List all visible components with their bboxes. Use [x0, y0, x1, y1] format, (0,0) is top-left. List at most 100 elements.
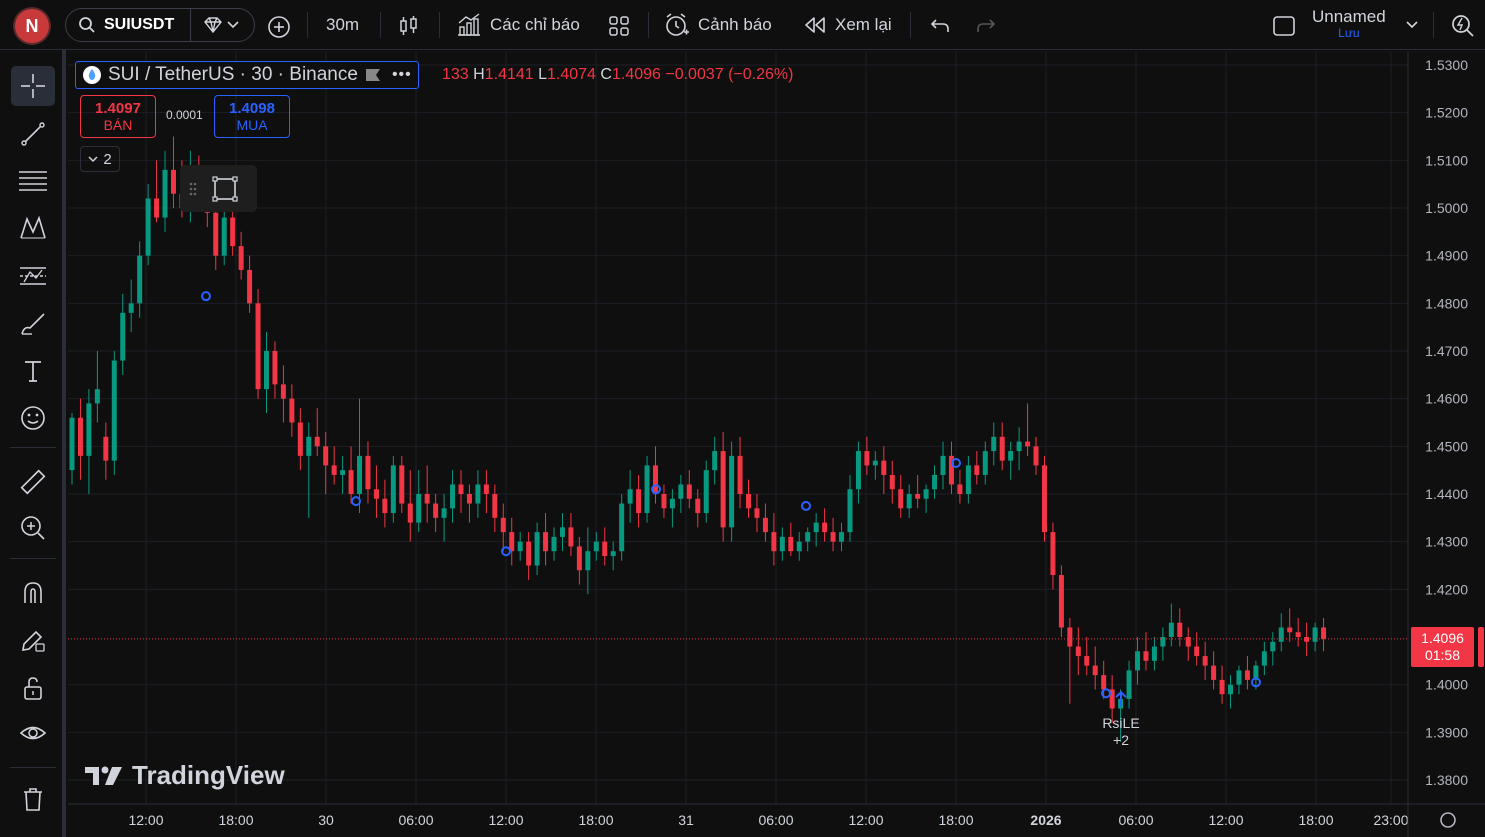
text-tool[interactable]: [11, 351, 55, 391]
eye-icon: [19, 726, 47, 740]
drag-handle-icon[interactable]: [188, 179, 198, 199]
add-symbol-button[interactable]: [265, 13, 293, 41]
candle-body: [416, 494, 422, 523]
remove-drawings-tool[interactable]: [11, 779, 55, 819]
candle-body: [678, 484, 684, 499]
zoom-tool[interactable]: [11, 508, 55, 548]
magnet-tool[interactable]: [11, 573, 55, 613]
measure-tool[interactable]: [11, 462, 55, 502]
templates-button[interactable]: [606, 13, 632, 39]
candle-body: [999, 436, 1005, 461]
settings-gear-icon[interactable]: [1440, 812, 1456, 828]
candle-body: [534, 532, 540, 566]
candle-body: [331, 465, 337, 475]
drawing-toolbar: [0, 50, 66, 837]
lock-tool[interactable]: [11, 668, 55, 708]
candle-body: [441, 508, 447, 518]
high-value: 1.4141: [484, 66, 534, 83]
candle-body: [247, 269, 253, 304]
draw-mode-tool[interactable]: [11, 620, 55, 660]
candle-body: [1101, 675, 1107, 690]
brush-tool[interactable]: [11, 304, 55, 344]
price-chart[interactable]: 1.5300 1.5200 1.5100 1.5000 1.4900 1.4800 1.47…: [68, 52, 1485, 837]
layout-menu-button[interactable]: [1404, 17, 1420, 33]
buy-button[interactable]: 1.4098 MUA: [214, 95, 290, 138]
candle-body: [357, 455, 363, 494]
candle-body: [1295, 632, 1301, 637]
quick-search-button[interactable]: [1449, 12, 1477, 40]
candle-body: [686, 484, 692, 499]
indicators-count: 2: [103, 150, 112, 168]
trend-line-tool[interactable]: [11, 114, 55, 154]
flag-icon[interactable]: [364, 67, 382, 83]
indicators-button[interactable]: Các chỉ báo: [456, 8, 580, 42]
price-tick-label: 1.5100: [1425, 152, 1468, 168]
candles-icon: [400, 16, 417, 35]
candle-body: [1058, 575, 1064, 628]
price-tick-label: 1.4600: [1425, 391, 1468, 407]
fib-tool[interactable]: [11, 161, 55, 201]
pencil-lock-icon: [22, 630, 45, 652]
price-tick-label: 1.4700: [1425, 343, 1468, 359]
strategy-signal-label[interactable]: RsiLE +2: [1100, 715, 1142, 749]
price-tick-label: 1.4000: [1425, 677, 1468, 693]
crosshair-tool[interactable]: [11, 66, 55, 106]
candle-body: [382, 498, 388, 514]
candle-body: [1228, 684, 1234, 695]
emoji-tool[interactable]: [11, 398, 55, 438]
candle-body: [365, 455, 371, 490]
forecast-tool[interactable]: [11, 256, 55, 296]
layout-button[interactable]: [1271, 13, 1297, 39]
tradingview-logo[interactable]: TradingView: [84, 760, 285, 791]
candle-body: [822, 522, 828, 533]
strategy-marker-icon: [201, 291, 211, 302]
candle-body: [128, 303, 134, 313]
legend-more-icon[interactable]: •••: [392, 66, 412, 84]
rewind-icon: [805, 17, 825, 33]
select-area-icon[interactable]: [210, 174, 240, 204]
layout-name-button[interactable]: Unnamed Lưu: [1312, 7, 1386, 43]
candle-body: [280, 384, 286, 399]
candle-body: [466, 494, 472, 504]
indicators-collapse-button[interactable]: 2: [80, 146, 120, 172]
symbol-legend[interactable]: SUI / TetherUS · 30 · Binance •••: [75, 61, 419, 89]
candle-body: [729, 455, 735, 528]
undo-icon: [930, 19, 949, 32]
compare-dropdown[interactable]: [191, 17, 239, 33]
trash-icon: [24, 788, 42, 811]
buy-arrow-icon: [1115, 690, 1127, 707]
interval-button[interactable]: 30m: [326, 8, 359, 42]
floating-toolbar[interactable]: [180, 165, 257, 212]
candle-body: [238, 246, 244, 270]
redo-button[interactable]: [973, 13, 999, 39]
pattern-tool[interactable]: [11, 208, 55, 248]
time-tick-label: 12:00: [1208, 812, 1243, 828]
candle-body: [255, 303, 261, 390]
user-avatar[interactable]: N: [15, 9, 49, 43]
candle-body: [762, 517, 768, 533]
candle-body: [847, 489, 853, 533]
candle-body: [889, 474, 895, 490]
undo-button[interactable]: [927, 13, 953, 39]
symbol-search-button[interactable]: SUIUSDT: [66, 9, 191, 41]
sell-button[interactable]: 1.4097 BÁN: [80, 95, 156, 138]
chart-type-button[interactable]: [396, 13, 422, 39]
candle-body: [746, 494, 752, 509]
candle-body: [433, 503, 439, 518]
candle-body: [636, 489, 642, 514]
strategy-marker-icon: [351, 496, 361, 507]
candle-body: [1033, 446, 1039, 466]
trend-line-icon: [21, 122, 45, 146]
candle-body: [323, 446, 329, 466]
candle-body: [1084, 656, 1090, 666]
strategy-name: RsiLE: [1102, 715, 1140, 731]
candle-body: [771, 532, 777, 552]
candle-body: [390, 465, 396, 514]
candle-body: [373, 489, 379, 499]
candle-body: [500, 517, 506, 533]
visibility-tool[interactable]: [11, 714, 55, 754]
chart-pane[interactable]: 1.5300 1.5200 1.5100 1.5000 1.4900 1.4800 1.47…: [68, 52, 1485, 837]
alerts-button[interactable]: Cảnh báo: [664, 8, 772, 42]
symbol-search[interactable]: SUIUSDT: [65, 8, 255, 42]
replay-button[interactable]: Xem lại: [803, 8, 892, 42]
